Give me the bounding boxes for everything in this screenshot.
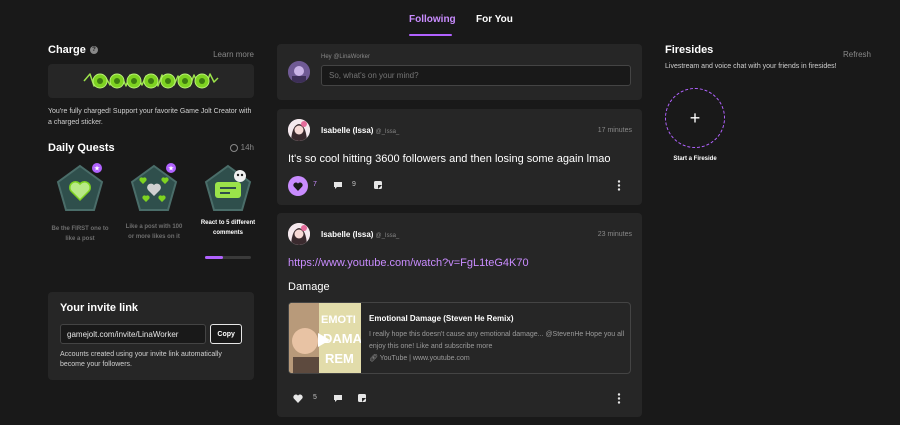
sticker-icon[interactable] [357, 393, 367, 403]
feed-post: Isabelle (Issa) @_Issa_ 23 minutes https:… [277, 213, 642, 417]
tab-for-you[interactable]: For You [476, 14, 513, 25]
comment-count: 9 [352, 181, 356, 188]
quest-label: Like a post with 100 or more likes on it [125, 224, 183, 240]
like-count: 5 [313, 394, 317, 401]
clock-icon [229, 143, 238, 152]
post-text: Damage [288, 281, 330, 293]
avatar[interactable] [288, 223, 310, 245]
invite-title: Your invite link [60, 302, 139, 314]
feed-tabs: Following For You [0, 14, 900, 36]
hearts-badge-icon: ★ [130, 163, 178, 211]
quest-item[interactable]: ★ Like a post with 100 or more likes on … [124, 160, 184, 264]
post-actions: 5 [288, 389, 631, 407]
feed-post: Isabelle (Issa) @_Issa_ 17 minutes It's s… [277, 109, 642, 205]
invite-card: Your invite link Copy Accounts created u… [48, 292, 254, 380]
post-text: It's so cool hitting 3600 followers and … [288, 153, 611, 165]
help-icon[interactable]: ? [89, 46, 98, 54]
author-name: Isabelle (Issa) [321, 126, 374, 135]
charge-meter [48, 64, 254, 98]
comment-icon[interactable] [333, 394, 343, 403]
quest-item[interactable]: React to 5 different comments [198, 160, 258, 264]
firesides-title: Firesides [665, 44, 714, 56]
quests-timer: 14h [229, 143, 254, 152]
more-icon[interactable] [617, 393, 621, 404]
comment-icon[interactable] [333, 181, 343, 190]
avatar[interactable] [288, 61, 310, 83]
author-handle: @_Issa_ [375, 233, 400, 239]
firesides-description: Livestream and voice chat with your frie… [665, 63, 837, 70]
video-embed[interactable]: EMOTI DAMA REM Emotional Damage (Steven … [288, 302, 631, 374]
video-thumbnail[interactable]: EMOTI DAMA REM [289, 303, 363, 373]
post-time: 17 minutes [597, 127, 632, 134]
quests-time-left: 14h [240, 143, 254, 152]
active-tab-indicator [409, 34, 452, 36]
link-icon: 🔗︎ [369, 355, 380, 362]
user-avatar-icon [288, 61, 310, 83]
embed-source-text: YouTube | www.youtube.com [379, 355, 470, 362]
invite-link-input[interactable] [60, 324, 207, 344]
post-actions: 7 9 [288, 176, 631, 196]
plus-icon: + [689, 107, 701, 128]
charge-message: You're fully charged! Support your favor… [48, 108, 252, 126]
post-link[interactable]: https://www.youtube.com/watch?v=FgL1teG4… [288, 257, 529, 269]
sticker-badge-icon [204, 164, 252, 211]
thumb-text: EMOTI [321, 314, 356, 326]
like-count: 7 [313, 181, 317, 188]
embed-description: I really hope this doesn't cause any emo… [369, 331, 625, 350]
refresh-button[interactable]: Refresh [843, 50, 871, 59]
like-button[interactable] [288, 176, 308, 196]
embed-title: Emotional Damage (Steven He Remix) [369, 314, 514, 323]
invite-description: Accounts created using your invite link … [60, 351, 222, 368]
quest-label: React to 5 different comments [200, 220, 256, 236]
thumb-text: REM [325, 351, 354, 366]
author-name: Isabelle (Issa) [321, 230, 374, 239]
post-time: 23 minutes [597, 231, 632, 238]
like-button[interactable] [288, 388, 308, 408]
author-avatar-icon [288, 119, 310, 141]
learn-more-link[interactable]: Learn more [213, 50, 254, 59]
charge-orbs-icon [83, 73, 219, 89]
avatar[interactable] [288, 119, 310, 141]
post-author[interactable]: Isabelle (Issa) @_Issa_ [321, 230, 399, 239]
heart-badge-icon: ★ [56, 163, 104, 211]
tab-following[interactable]: Following [409, 14, 456, 25]
embed-source: 🔗︎ YouTube | www.youtube.com [369, 354, 470, 362]
more-icon[interactable] [617, 180, 621, 191]
sticker-icon[interactable] [373, 180, 383, 190]
heart-icon [293, 181, 303, 191]
composer-greeting: Hey @LinaWorker [321, 54, 370, 60]
video-thumbnail-image: EMOTI DAMA REM [289, 303, 363, 373]
right-sidebar: Firesides Refresh Livestream and voice c… [665, 44, 871, 162]
composer-input[interactable] [321, 65, 631, 86]
post-author[interactable]: Isabelle (Issa) @_Issa_ [321, 126, 399, 135]
quest-label: Be the FIRST one to like a post [51, 226, 109, 242]
quest-progress-bar [205, 256, 251, 259]
post-composer: Hey @LinaWorker [277, 44, 642, 100]
author-avatar-icon [288, 223, 310, 245]
copy-button[interactable]: Copy [210, 324, 242, 344]
quest-item[interactable]: ★ Be the FIRST one to like a post [50, 160, 110, 264]
daily-quests-title: Daily Quests [48, 142, 115, 154]
thumb-text: DAMA [323, 331, 361, 346]
charge-title-text: Charge [48, 44, 86, 56]
left-sidebar: Charge ? Learn more You're fully charged… [48, 44, 255, 264]
quest-progress-fill [205, 256, 224, 259]
author-handle: @_Issa_ [375, 129, 400, 135]
start-fireside-label: Start a Fireside [673, 156, 717, 162]
quest-list: ★ Be the FIRST one to like a post ★ Like… [48, 160, 255, 264]
svg-text:★: ★ [94, 165, 100, 173]
heart-icon [293, 393, 303, 403]
svg-text:★: ★ [168, 165, 174, 173]
start-fireside-button[interactable]: + [665, 88, 725, 148]
